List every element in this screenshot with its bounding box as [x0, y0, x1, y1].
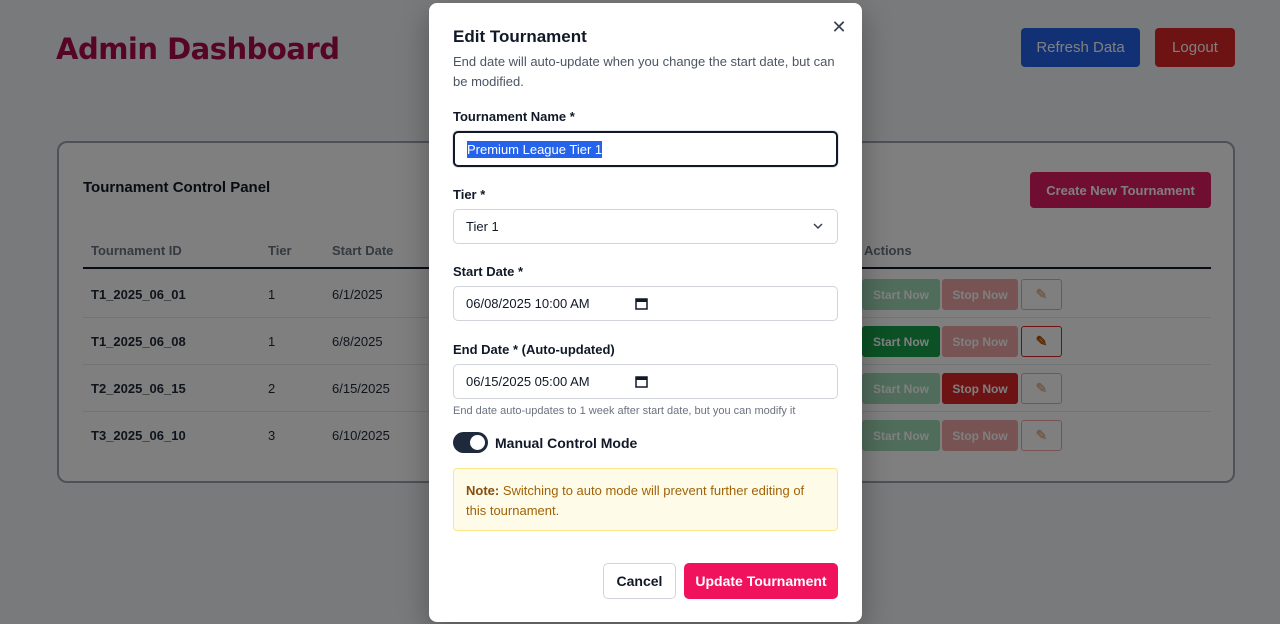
start-date-input[interactable]: 06/08/2025 10:00 AM	[453, 286, 838, 321]
calendar-icon[interactable]	[635, 297, 648, 310]
tier-label: Tier *	[453, 187, 486, 202]
tier-value: Tier 1	[466, 219, 499, 234]
manual-control-toggle[interactable]	[453, 432, 488, 453]
manual-control-label: Manual Control Mode	[495, 435, 638, 451]
calendar-icon[interactable]	[635, 375, 648, 388]
end-date-value: 06/15/2025 05:00 AM	[466, 374, 590, 389]
tournament-name-label: Tournament Name *	[453, 109, 575, 124]
start-date-value: 06/08/2025 10:00 AM	[466, 296, 590, 311]
end-date-label: End Date * (Auto-updated)	[453, 342, 615, 357]
edit-tournament-modal: Edit Tournament ✕ End date will auto-upd…	[429, 3, 862, 622]
modal-description: End date will auto-update when you chang…	[453, 54, 835, 89]
note-box: Note: Switching to auto mode will preven…	[453, 468, 838, 531]
end-date-hint: End date auto-updates to 1 week after st…	[453, 405, 796, 417]
tier-select[interactable]: Tier 1	[453, 209, 838, 244]
cancel-button[interactable]: Cancel	[603, 563, 676, 599]
note-label: Note:	[466, 483, 503, 498]
start-date-label: Start Date *	[453, 264, 524, 279]
close-icon[interactable]: ✕	[829, 17, 849, 37]
modal-title: Edit Tournament	[453, 27, 587, 46]
tournament-name-input[interactable]: Premium League Tier 1	[453, 131, 838, 167]
toggle-knob	[470, 435, 485, 450]
tournament-name-value: Premium League Tier 1	[467, 140, 603, 158]
end-date-input[interactable]: 06/15/2025 05:00 AM	[453, 364, 838, 399]
chevron-down-icon	[813, 223, 823, 230]
note-text: Switching to auto mode will prevent furt…	[466, 483, 805, 518]
update-tournament-button[interactable]: Update Tournament	[684, 563, 838, 599]
